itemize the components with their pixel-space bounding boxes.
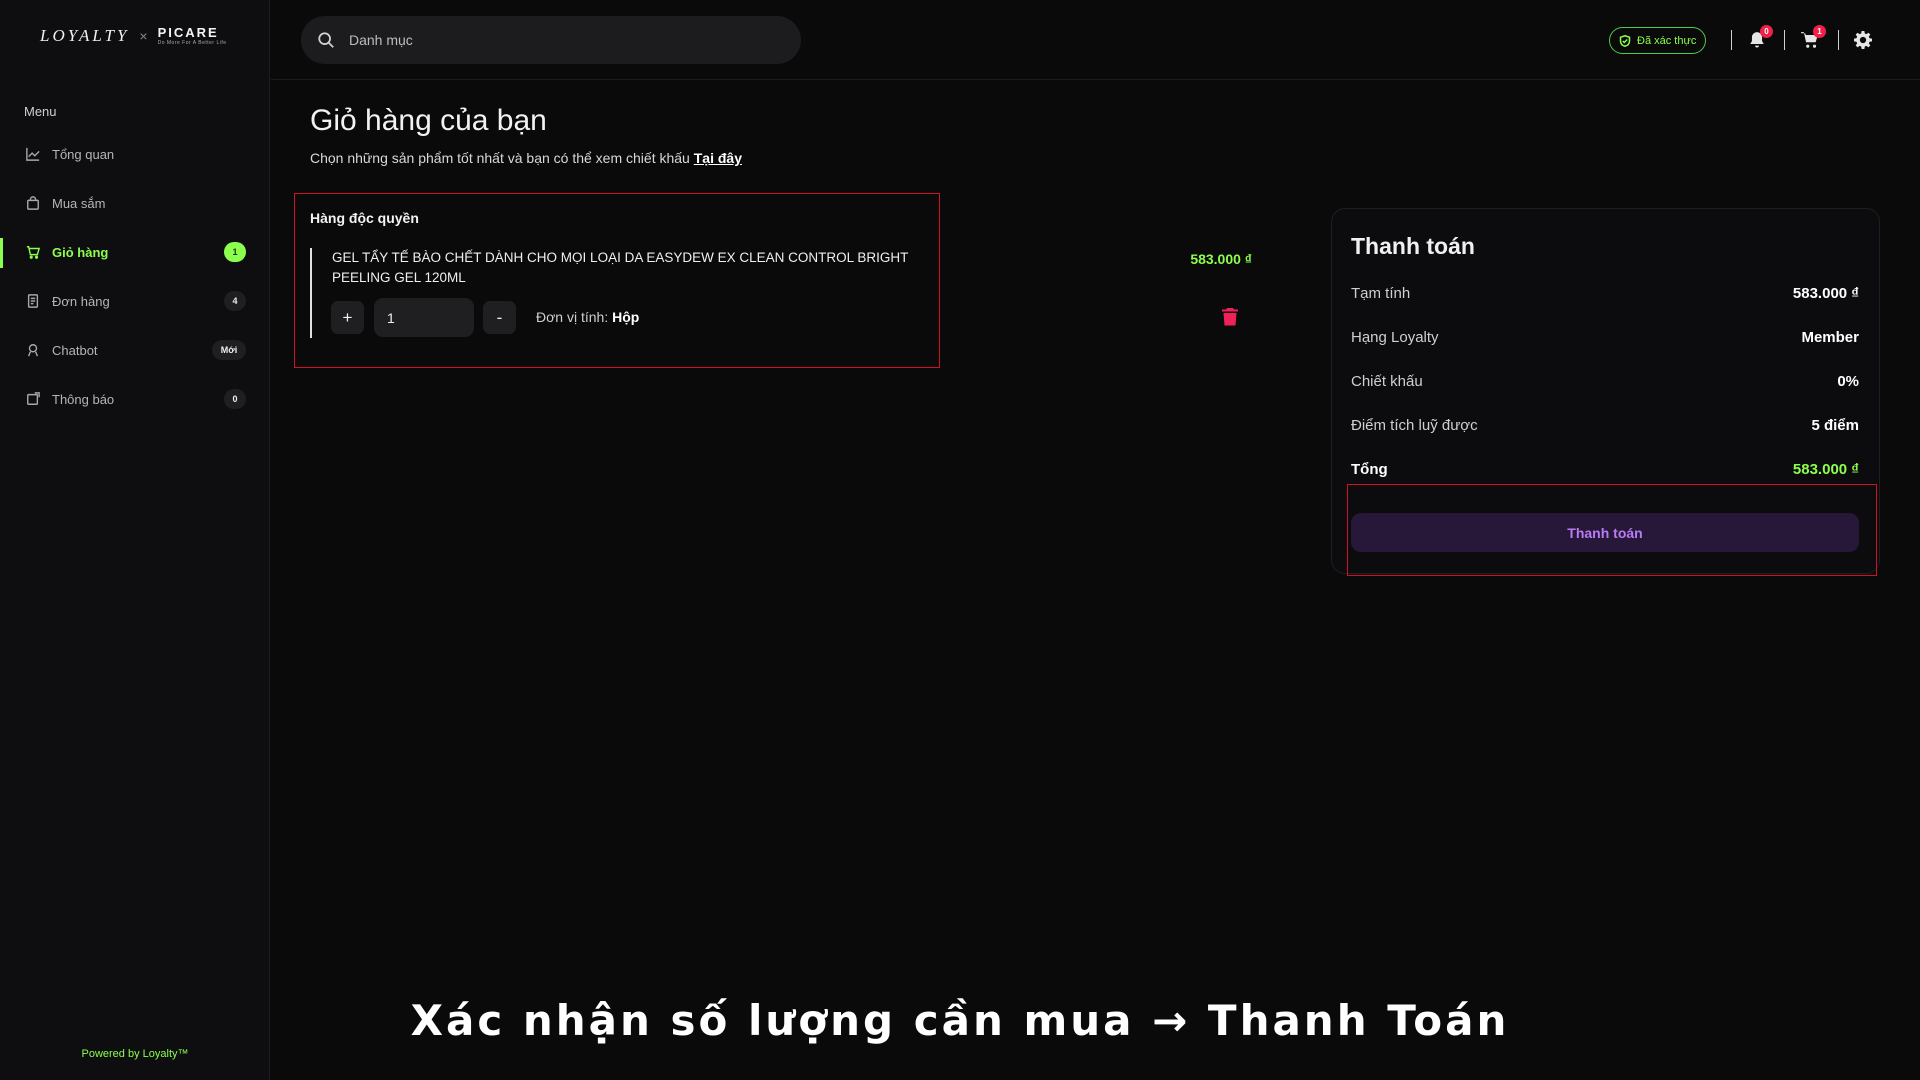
product-price: 583.000 ₫ xyxy=(1190,251,1252,267)
brand-logo[interactable]: LOYALTY × PICARE Do More For A Better Li… xyxy=(40,26,227,46)
unit-label: Đơn vị tính: xyxy=(536,309,609,325)
trash-icon xyxy=(1222,308,1238,326)
sidebar-item-chatbot[interactable]: Chatbot Mới xyxy=(0,326,270,374)
notifications-dot: 0 xyxy=(1760,25,1773,38)
item-accent-bar xyxy=(310,248,312,338)
sidebar-item-label: Thông báo xyxy=(52,391,115,407)
sidebar-item-label: Giỏ hàng xyxy=(52,244,109,260)
chatbot-new-badge: Mới xyxy=(212,340,246,360)
verified-badge: Đã xác thực xyxy=(1609,27,1707,54)
page-subtitle: Chọn những sản phẩm tốt nhất và bạn có t… xyxy=(310,150,742,166)
search-icon xyxy=(318,32,334,48)
search-bar[interactable] xyxy=(301,16,801,64)
logo-picare-text: PICARE xyxy=(157,25,219,40)
points-row: Điểm tích luỹ được 5 điểm xyxy=(1351,417,1859,434)
page-title: Giỏ hàng của bạn xyxy=(310,104,547,137)
shopping-bag-icon xyxy=(26,196,40,210)
topbar: Đã xác thực 0 1 xyxy=(271,0,1920,80)
product-name: GEL TẨY TẾ BÀO CHẾT DÀNH CHO MỌI LOẠI DA… xyxy=(332,250,909,285)
document-icon xyxy=(26,294,40,308)
sidebar-item-overview[interactable]: Tổng quan xyxy=(0,130,270,178)
points-label: Điểm tích luỹ được xyxy=(1351,417,1478,434)
quantity-decrease-button[interactable]: - xyxy=(483,301,516,334)
divider xyxy=(1838,30,1839,50)
sidebar-item-orders[interactable]: Đơn hàng 4 xyxy=(0,277,270,325)
cart-dot: 1 xyxy=(1813,25,1826,38)
sidebar-item-label: Mua sắm xyxy=(52,195,106,211)
quantity-input[interactable] xyxy=(374,298,474,337)
logo-picare: PICARE Do More For A Better Life xyxy=(158,26,227,46)
sidebar-item-notifications[interactable]: Thông báo 0 xyxy=(0,375,270,423)
sidebar-item-label: Chatbot xyxy=(52,342,98,358)
sidebar-item-shopping[interactable]: Mua sắm xyxy=(0,179,270,227)
sidebar-item-label: Tổng quan xyxy=(52,146,115,162)
cart-section-label: Hàng độc quyền xyxy=(310,210,419,226)
discount-link[interactable]: Tại đây xyxy=(694,150,742,166)
cart-button[interactable]: 1 xyxy=(1798,25,1826,52)
notifications-button[interactable]: 0 xyxy=(1745,25,1773,52)
sidebar-item-label: Đơn hàng xyxy=(52,293,110,309)
discount-row: Chiết khấu 0% xyxy=(1351,373,1859,390)
sidebar: LOYALTY × PICARE Do More For A Better Li… xyxy=(0,0,270,1080)
notification-icon xyxy=(26,392,40,406)
tutorial-caption: Xác nhận số lượng cần mua → Thanh Toán xyxy=(410,996,1510,1045)
loyalty-tier-row: Hạng Loyalty Member xyxy=(1351,329,1859,346)
sidebar-item-cart[interactable]: Giỏ hàng 1 xyxy=(0,228,270,276)
total-row: Tổng 583.000 ₫ xyxy=(1351,461,1859,478)
shield-check-icon xyxy=(1619,34,1631,47)
discount-label: Chiết khấu xyxy=(1351,373,1423,390)
settings-button[interactable] xyxy=(1851,28,1875,52)
chart-line-icon xyxy=(26,147,40,161)
cart-count-badge: 1 xyxy=(224,242,246,262)
divider xyxy=(1784,30,1785,50)
notifications-count-badge: 0 xyxy=(224,389,246,409)
menu-title: Menu xyxy=(24,104,57,119)
points-value: 5 điểm xyxy=(1811,417,1859,434)
discount-value: 0% xyxy=(1837,373,1859,390)
sidebar-nav: Tổng quan Mua sắm Giỏ hàng 1 Đơn hàng 4 … xyxy=(0,130,270,424)
orders-count-badge: 4 xyxy=(224,291,246,311)
payment-title: Thanh toán xyxy=(1351,233,1475,259)
bot-icon xyxy=(26,343,40,357)
unit-value: Hộp xyxy=(612,309,640,325)
gear-icon xyxy=(1854,31,1872,49)
verified-label: Đã xác thực xyxy=(1637,34,1697,47)
cart-icon xyxy=(26,245,40,259)
logo-separator: × xyxy=(139,28,148,44)
checkout-button[interactable]: Thanh toán xyxy=(1351,513,1859,552)
logo-loyalty: LOYALTY xyxy=(40,26,130,45)
subtotal-row: Tạm tính 583.000 ₫ xyxy=(1351,285,1859,302)
unit-info: Đơn vị tính: Hộp xyxy=(536,309,639,325)
divider xyxy=(1731,30,1732,50)
subtitle-text: Chọn những sản phẩm tốt nhất và bạn có t… xyxy=(310,150,690,166)
loyalty-tier-value: Member xyxy=(1801,329,1859,346)
quantity-increase-button[interactable]: + xyxy=(331,301,364,334)
subtotal-value: 583.000 ₫ xyxy=(1792,285,1859,302)
remove-item-button[interactable] xyxy=(1222,308,1240,328)
search-input[interactable] xyxy=(349,32,749,48)
total-label: Tổng xyxy=(1351,461,1388,478)
logo-tagline: Do More For A Better Life xyxy=(157,40,227,46)
subtotal-label: Tạm tính xyxy=(1351,285,1411,302)
powered-by: Powered by Loyalty™ xyxy=(81,1048,189,1060)
loyalty-tier-label: Hạng Loyalty xyxy=(1351,329,1439,346)
total-value: 583.000 ₫ xyxy=(1792,461,1859,478)
